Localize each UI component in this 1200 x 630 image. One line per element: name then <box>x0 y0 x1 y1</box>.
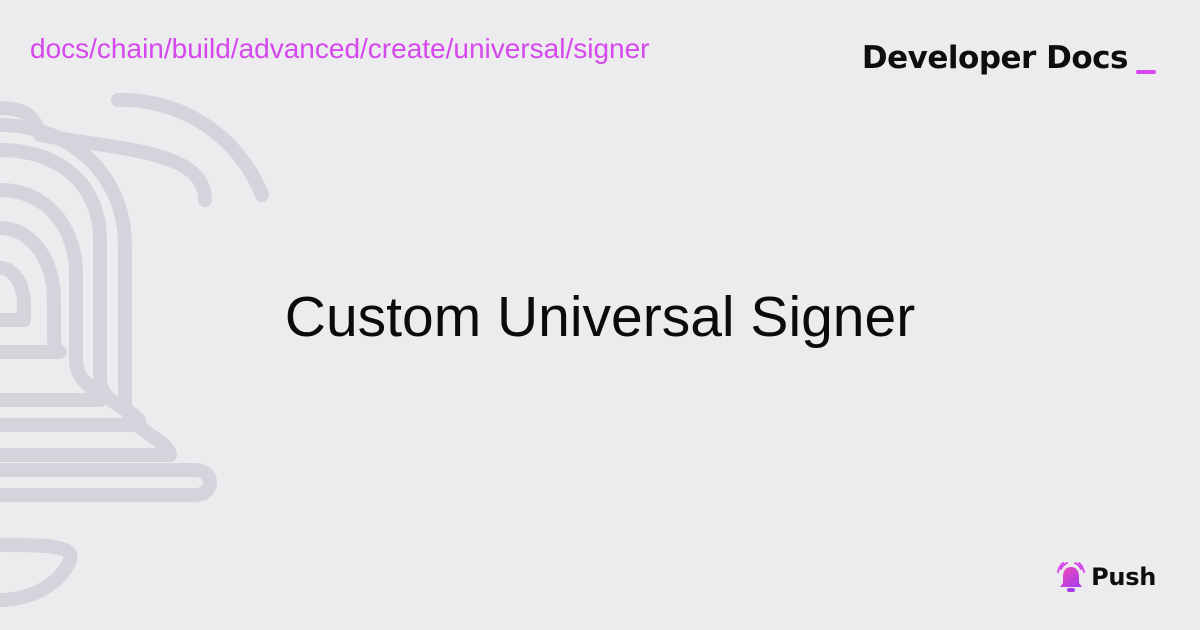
brand-title: Developer Docs <box>861 40 1129 76</box>
bell-icon <box>1057 562 1086 592</box>
breadcrumb[interactable]: docs/chain/build/advanced/create/univers… <box>30 32 650 66</box>
logo-text: Push <box>1091 563 1156 591</box>
developer-docs-brand: Developer Docs <box>862 38 1156 78</box>
cursor-underscore <box>1136 70 1156 74</box>
push-logo: Push <box>1055 560 1156 594</box>
page-title: Custom Universal Signer <box>284 285 916 349</box>
